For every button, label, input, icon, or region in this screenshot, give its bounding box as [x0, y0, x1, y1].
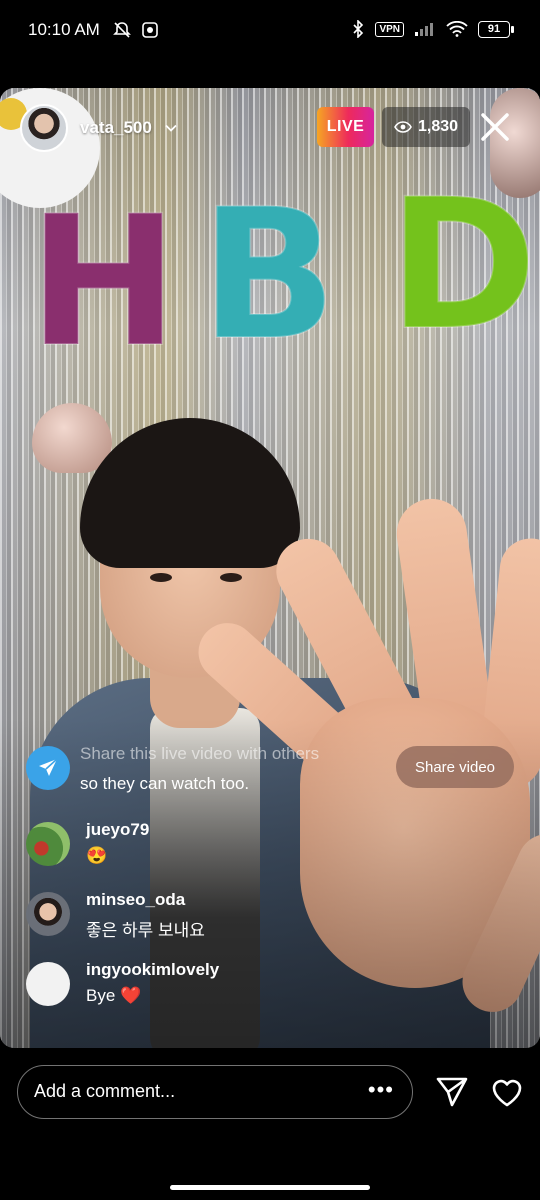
comment-username[interactable]: jueyo79 [86, 820, 149, 840]
viewer-count-value: 1,830 [418, 118, 459, 135]
comment-username[interactable]: minseo_oda [86, 890, 185, 910]
share-prompt-line1: Share this live video with others [80, 744, 320, 763]
comment-input[interactable]: Add a comment... ••• [17, 1065, 413, 1119]
close-icon[interactable] [476, 108, 514, 146]
heart-icon[interactable] [489, 1074, 525, 1110]
comment-text-value: Bye [86, 986, 116, 1005]
share-prompt-line2: so they can watch too. [80, 774, 250, 793]
status-left-icons [112, 20, 158, 40]
home-indicator[interactable] [170, 1185, 370, 1190]
paper-plane-icon [26, 746, 70, 790]
host-avatar[interactable] [20, 104, 68, 152]
vpn-icon: VPN [375, 21, 404, 37]
app-notification-icon [142, 22, 158, 38]
status-bar: 10:10 AM VPN 91 [0, 0, 540, 62]
status-right-icons: VPN 91 [351, 20, 514, 38]
battery-icon: 91 [478, 20, 514, 38]
balloon-letter-b: B [199, 171, 338, 380]
host-username[interactable]: vata_500 [80, 118, 152, 138]
more-options-icon[interactable]: ••• [368, 1079, 394, 1101]
host-header[interactable]: vata_500 [20, 104, 178, 152]
eye-icon [394, 121, 412, 133]
red-heart-emoji: ❤️ [120, 986, 142, 1005]
signal-icon [415, 23, 433, 36]
live-badge: LIVE [317, 107, 374, 147]
comment-item[interactable]: ingyookimlovely Bye ❤️ [26, 958, 486, 1014]
comment-text: Bye ❤️ [86, 986, 141, 1006]
left-eye [150, 573, 172, 582]
commenter-avatar[interactable] [26, 892, 70, 936]
right-eye [220, 573, 242, 582]
bluetooth-icon [353, 20, 364, 38]
comment-item[interactable]: jueyo79 😍 [26, 818, 486, 874]
balloon-letter-h: H [27, 178, 180, 387]
comment-item[interactable]: minseo_oda 좋은 하루 보내요 [26, 888, 486, 944]
commenter-avatar[interactable] [26, 962, 70, 1006]
comment-text: 좋은 하루 보내요 [86, 921, 205, 940]
balloon-letter-d: D [387, 161, 538, 370]
commenter-avatar[interactable] [26, 822, 70, 866]
comment-username[interactable]: ingyookimlovely [86, 960, 219, 980]
comment-text: 😍 [86, 846, 108, 865]
send-icon[interactable] [434, 1074, 470, 1110]
comment-placeholder: Add a comment... [34, 1081, 176, 1101]
viewer-count[interactable]: 1,830 [382, 107, 471, 147]
share-prompt: Share this live video with others so the… [26, 744, 526, 796]
muted-bell-icon [113, 22, 131, 38]
chevron-down-icon[interactable] [164, 121, 178, 135]
share-video-button[interactable]: Share video [396, 746, 514, 788]
wifi-icon [446, 21, 468, 37]
status-time: 10:10 AM [28, 20, 100, 39]
